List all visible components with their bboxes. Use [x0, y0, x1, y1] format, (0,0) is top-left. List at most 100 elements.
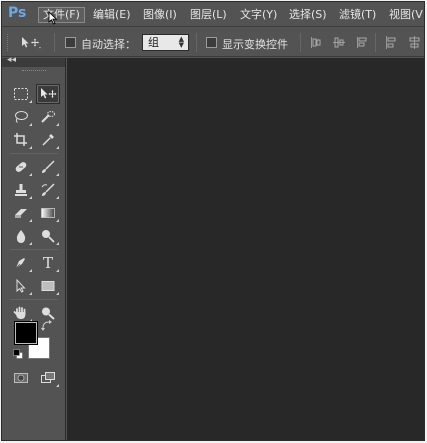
show-transform-label: 显示变换控件 [222, 38, 288, 51]
auto-select-dropdown[interactable]: 组 ▲ ▼ [142, 34, 189, 51]
eraser-icon [15, 209, 27, 218]
eyedropper-icon [42, 134, 54, 146]
blur-icon [16, 230, 26, 243]
flyout-indicator [56, 242, 59, 245]
spot-healing-tool[interactable] [9, 157, 33, 177]
move-icon [41, 88, 57, 99]
flyout-indicator [56, 219, 59, 222]
auto-select-label: 自动选择： [81, 38, 136, 51]
dropdown-arrows-icon: ▲ ▼ [178, 35, 184, 49]
hand-tool[interactable] [9, 303, 33, 323]
tools-panel-grip[interactable] [22, 70, 46, 73]
tools-panel: ◂◂ T [2, 55, 66, 440]
eraser-tool[interactable] [9, 203, 33, 223]
flyout-indicator [56, 269, 59, 272]
flyout-indicator [56, 146, 59, 149]
options-separator [300, 33, 301, 52]
history-brush-tool[interactable] [36, 180, 60, 200]
move-tool-icon[interactable] [20, 35, 42, 50]
gradient-icon [41, 208, 55, 218]
options-separator [54, 33, 55, 52]
options-separator [375, 33, 376, 52]
quick-mask-icon [14, 373, 28, 383]
dodge-icon [42, 230, 55, 243]
spot-healing-icon [15, 162, 27, 172]
menu-layer[interactable]: 图层(L) [186, 7, 231, 23]
pen-icon [15, 258, 25, 269]
menu-edit[interactable]: 编辑(E) [89, 7, 135, 23]
flyout-indicator [56, 196, 59, 199]
toolbox-separator [10, 299, 58, 300]
default-colors-icon[interactable] [13, 349, 23, 359]
swap-colors-icon[interactable] [41, 320, 53, 332]
tools-panel-header: ◂◂ [2, 55, 65, 67]
menu-file[interactable]: 文件(F) [38, 7, 85, 23]
quick-mask-tool[interactable] [9, 368, 33, 388]
align-vertical-centers-icon[interactable] [333, 36, 345, 49]
flyout-indicator [29, 242, 32, 245]
menu-filter[interactable]: 滤镜(T) [335, 7, 380, 23]
menu-view[interactable]: 视图(V [385, 7, 424, 23]
menu-select[interactable]: 选择(S) [285, 7, 331, 23]
type-icon: T [42, 254, 53, 272]
crop-icon [14, 133, 27, 146]
options-bar-grip[interactable] [7, 34, 10, 51]
crop-tool[interactable] [9, 130, 33, 150]
screen-mode-tool[interactable] [36, 368, 60, 388]
rectangle-shape-icon [41, 281, 55, 291]
auto-select-checkbox[interactable] [65, 37, 76, 48]
collapse-panel-icon[interactable]: ◂◂ [7, 55, 16, 65]
quick-selection-tool[interactable] [36, 107, 60, 127]
lasso-tool[interactable] [9, 107, 33, 127]
photoshop-window: Ps 文件(F) 编辑(E) 图像(I) 图层(L) 文字(Y) 选择(S) 滤… [1, 1, 425, 441]
flyout-indicator [56, 173, 59, 176]
align-bottom-edges-icon[interactable] [356, 36, 368, 49]
type-tool[interactable]: T [36, 253, 60, 273]
pen-tool[interactable] [9, 253, 33, 273]
rectangle-shape-tool[interactable] [36, 276, 60, 296]
options-bar: 自动选择： 组 ▲ ▼ 显示变换控件 [2, 28, 424, 57]
toolbox-separator [10, 153, 58, 154]
show-transform-checkbox[interactable] [206, 37, 217, 48]
document-workspace[interactable] [67, 58, 424, 440]
ps-logo: Ps [8, 5, 27, 21]
options-separator [196, 33, 197, 52]
zoom-icon [42, 307, 55, 320]
mouse-cursor-icon [48, 11, 58, 25]
flyout-indicator [29, 100, 32, 103]
align-horizontal-centers-icon[interactable] [408, 36, 420, 49]
rectangular-marquee-tool[interactable] [9, 84, 33, 104]
auto-select-value: 组 [148, 36, 159, 49]
flyout-indicator [56, 123, 59, 126]
menu-type[interactable]: 文字(Y) [236, 7, 281, 23]
eyedropper-tool[interactable] [36, 130, 60, 150]
rectangular-marquee-icon [14, 88, 28, 100]
flyout-indicator [56, 384, 59, 387]
toolbox-separator [10, 249, 58, 250]
screen-mode-icon [41, 372, 55, 383]
brush-icon [42, 160, 55, 173]
menu-image[interactable]: 图像(I) [139, 7, 181, 23]
quick-selection-icon [41, 111, 55, 123]
foreground-color-swatch[interactable] [15, 322, 37, 344]
flyout-indicator [29, 123, 32, 126]
flyout-indicator [29, 196, 32, 199]
flyout-indicator [29, 173, 32, 176]
blur-tool[interactable] [9, 226, 33, 246]
path-selection-icon [16, 279, 26, 293]
clone-stamp-tool[interactable] [9, 180, 33, 200]
flyout-indicator [29, 292, 32, 295]
lasso-icon [15, 111, 28, 123]
flyout-indicator [29, 146, 32, 149]
align-top-edges-icon[interactable] [310, 36, 322, 49]
menu-bar: Ps 文件(F) 编辑(E) 图像(I) 图层(L) 文字(Y) 选择(S) 滤… [2, 2, 424, 27]
hand-icon [13, 306, 26, 319]
align-left-edges-icon[interactable] [385, 36, 397, 49]
gradient-tool[interactable] [36, 203, 60, 223]
flyout-indicator [29, 269, 32, 272]
brush-tool[interactable] [36, 157, 60, 177]
dodge-tool[interactable] [36, 226, 60, 246]
flyout-indicator [29, 219, 32, 222]
move-tool[interactable] [36, 84, 60, 104]
path-selection-tool[interactable] [9, 276, 33, 296]
